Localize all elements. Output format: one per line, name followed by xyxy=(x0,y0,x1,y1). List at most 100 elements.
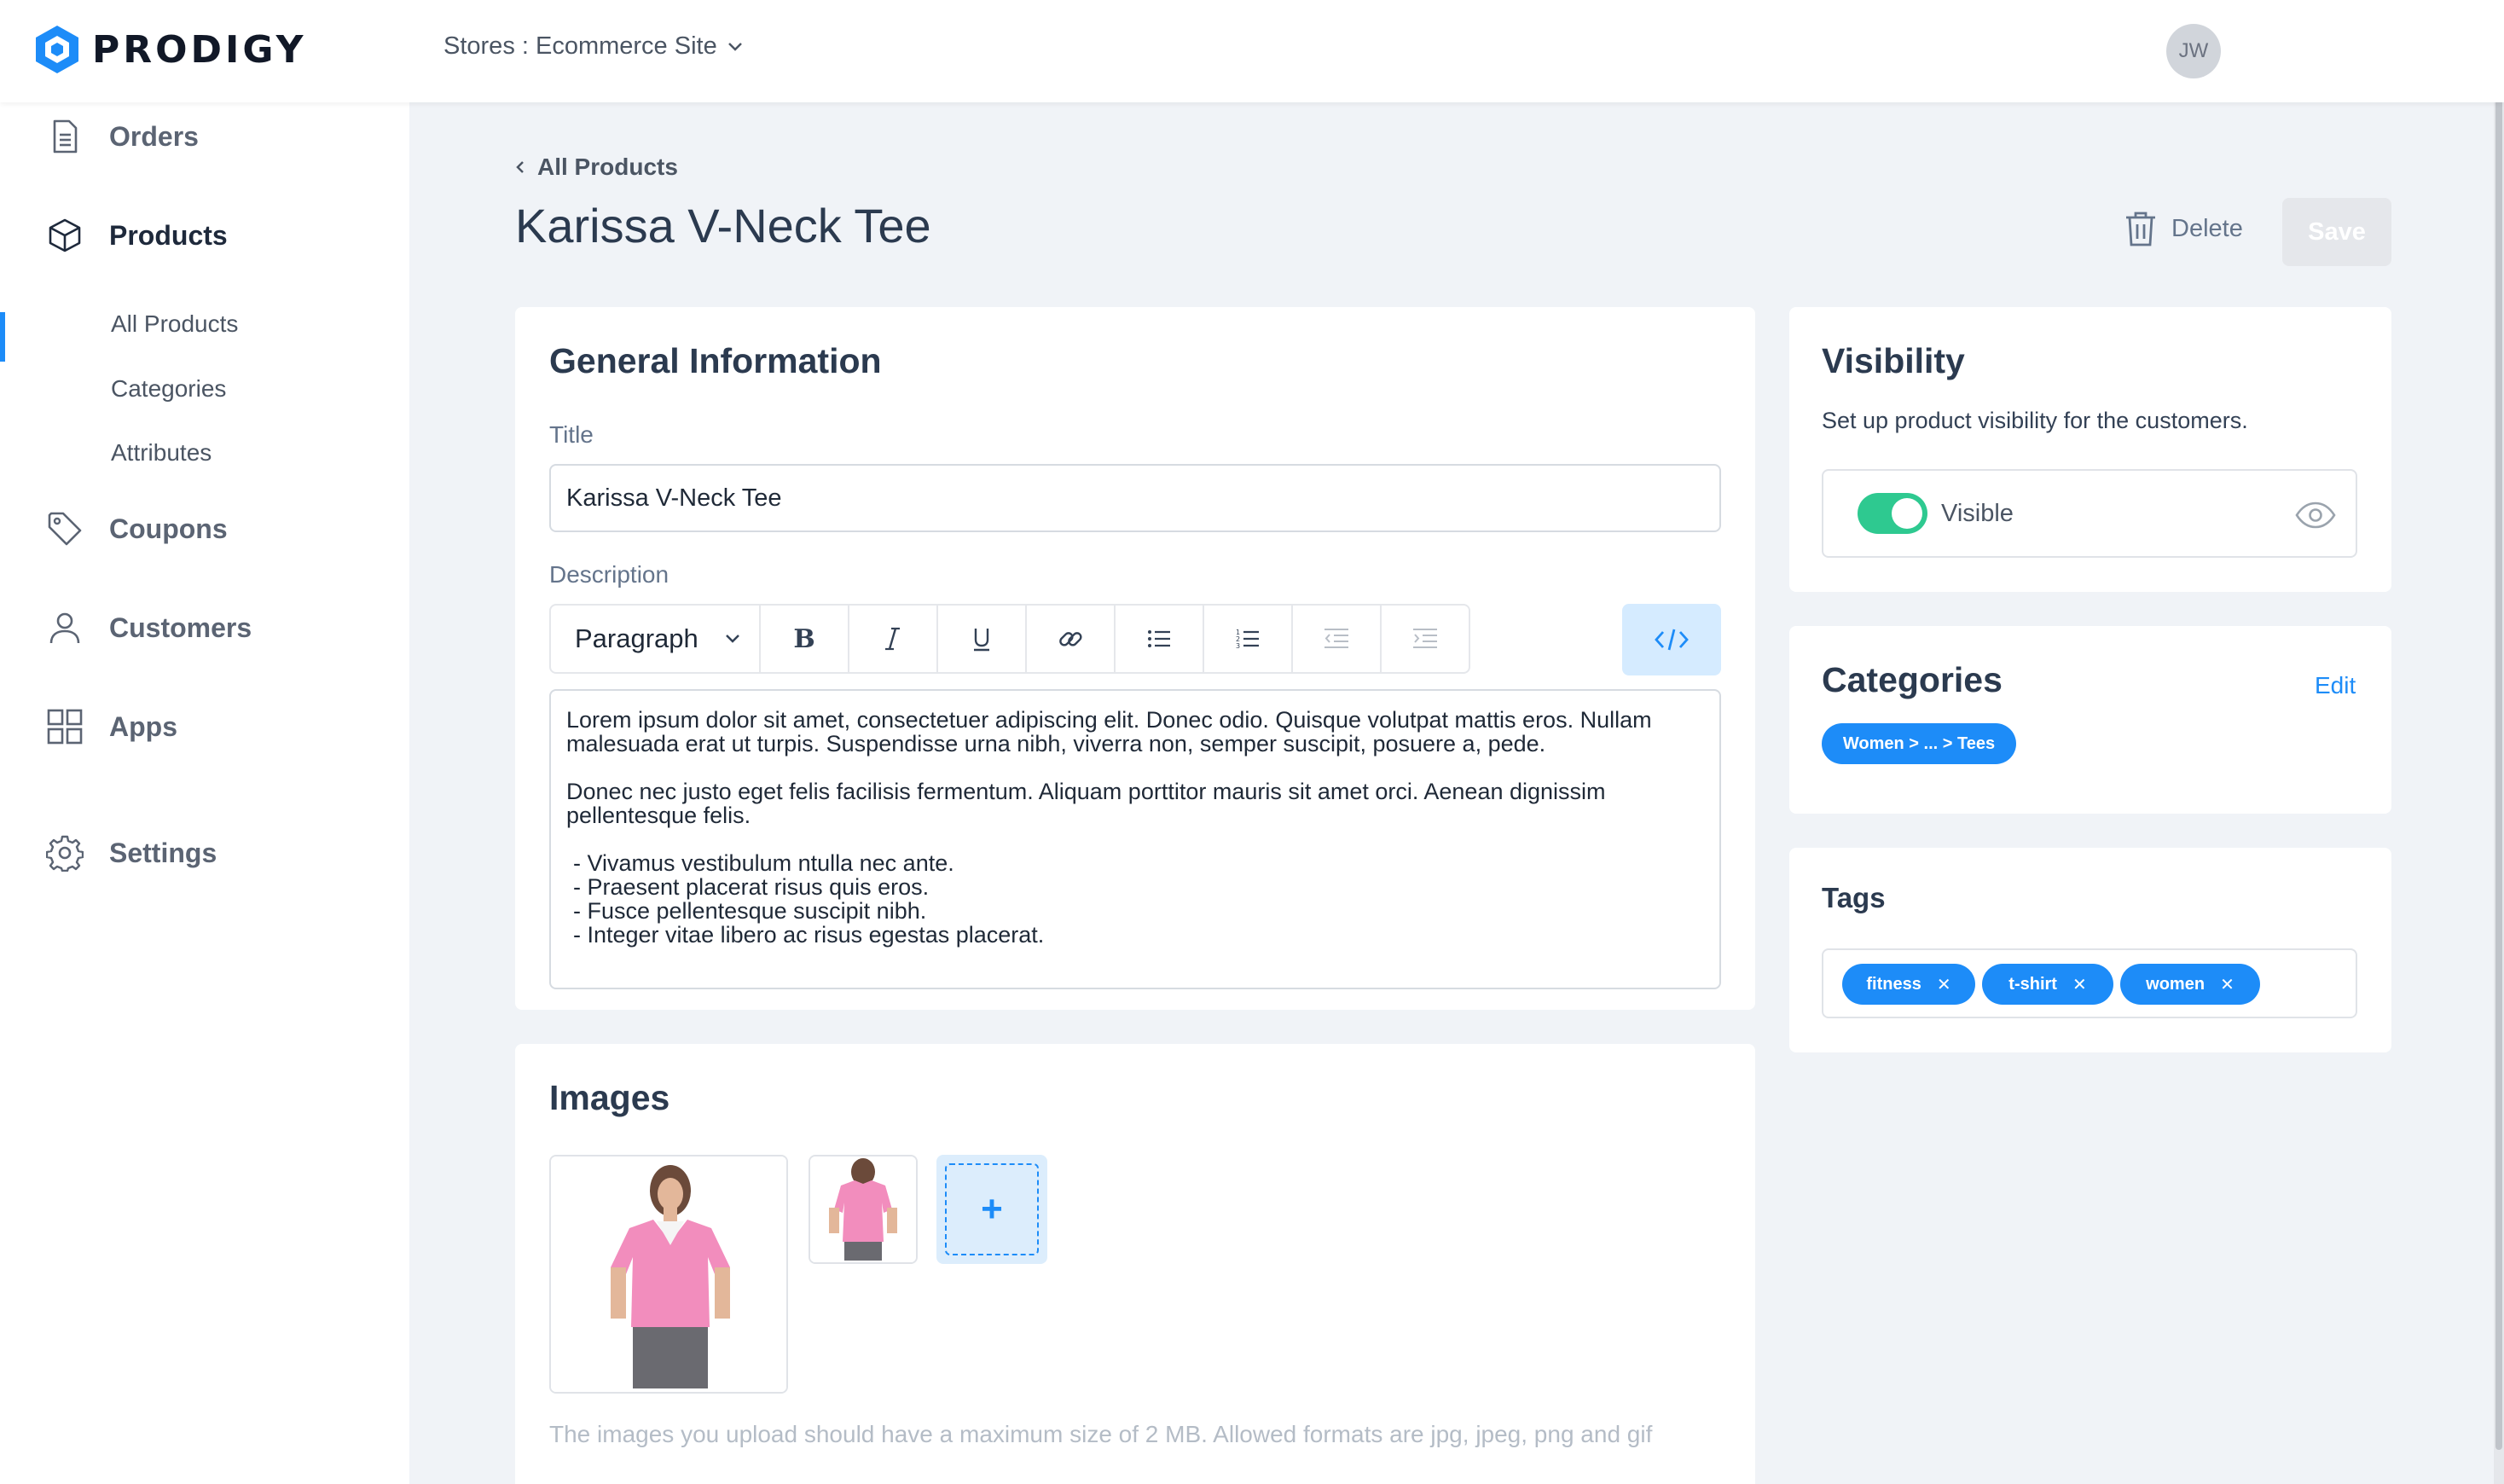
subnav-attributes[interactable]: Attributes xyxy=(111,439,212,467)
tag-chip-label: fitness xyxy=(1866,974,1921,994)
numbered-list-button[interactable]: 1 2 3 xyxy=(1203,606,1291,672)
tag-chip-women[interactable]: women ✕ xyxy=(2120,964,2260,1005)
plus-icon: + xyxy=(981,1188,1003,1230)
description-paragraph: Donec nec justo eget felis facilisis fer… xyxy=(566,779,1606,828)
visibility-description: Set up product visibility for the custom… xyxy=(1822,408,2248,433)
product-image-back[interactable] xyxy=(809,1155,918,1264)
link-button[interactable] xyxy=(1025,606,1114,672)
bullet-list-button[interactable] xyxy=(1114,606,1203,672)
tag-chip-fitness[interactable]: fitness ✕ xyxy=(1842,964,1975,1005)
sidebar-item-products[interactable]: Products xyxy=(0,205,409,266)
save-button[interactable]: Save xyxy=(2282,198,2391,266)
add-image-button[interactable]: + xyxy=(936,1155,1047,1264)
brand-logo[interactable]: PRODIGY xyxy=(34,24,306,75)
product-image-front[interactable] xyxy=(549,1155,788,1394)
subnav-categories[interactable]: Categories xyxy=(111,375,226,403)
bold-button[interactable]: B xyxy=(759,606,848,672)
sidebar-item-label: Customers xyxy=(109,612,252,643)
svg-text:3: 3 xyxy=(1236,642,1240,650)
bullet-list-icon xyxy=(1148,630,1170,647)
eye-icon[interactable] xyxy=(2294,501,2337,529)
toggle-knob xyxy=(1892,498,1922,529)
tag-chip-tshirt[interactable]: t-shirt ✕ xyxy=(1982,964,2113,1005)
visibility-toggle-label: Visible xyxy=(1941,500,2014,527)
delete-button[interactable]: Delete xyxy=(2124,210,2243,247)
indent-icon xyxy=(1413,629,1437,648)
active-indicator xyxy=(0,312,5,362)
page-title: Karissa V-Neck Tee xyxy=(515,199,931,252)
trash-icon xyxy=(2126,212,2155,246)
tshirt-back-photo xyxy=(810,1156,916,1262)
indent-button[interactable] xyxy=(1380,606,1469,672)
title-label: Title xyxy=(549,421,594,448)
sidebar-item-label: Products xyxy=(109,219,228,251)
italic-button[interactable] xyxy=(848,606,936,672)
top-bar: PRODIGY Stores : Ecommerce Site JW xyxy=(0,0,2504,102)
chevron-down-icon xyxy=(726,635,739,643)
sidebar-item-label: Coupons xyxy=(109,513,228,544)
general-information-heading: General Information xyxy=(549,341,882,380)
underline-button[interactable] xyxy=(936,606,1025,672)
scrollbar-thumb[interactable] xyxy=(2495,34,2502,1450)
tag-chip-label: t-shirt xyxy=(2008,974,2057,994)
gear-icon xyxy=(46,835,84,872)
avatar[interactable]: JW xyxy=(2166,24,2221,78)
sidebar-item-label: Settings xyxy=(109,837,217,868)
categories-heading: Categories xyxy=(1822,660,2003,699)
categories-card xyxy=(1789,626,2391,814)
visibility-toggle[interactable] xyxy=(1858,493,1927,534)
user-icon xyxy=(49,612,80,644)
back-link-label: All Products xyxy=(537,154,678,180)
add-image-dropzone: + xyxy=(945,1163,1039,1255)
visibility-toggle-box: Visible xyxy=(1822,469,2357,558)
image-upload-helper: The images you upload should have a maxi… xyxy=(549,1421,1653,1447)
description-list-item: - Praesent placerat risus quis eros. xyxy=(573,874,930,900)
underline-icon xyxy=(974,629,989,652)
logo-icon xyxy=(36,26,78,73)
box-icon xyxy=(49,218,81,252)
description-list-item: - Integer vitae libero ac risus egestas … xyxy=(573,922,1045,948)
title-input[interactable]: Karissa V-Neck Tee xyxy=(549,464,1721,532)
visibility-heading: Visibility xyxy=(1822,341,1965,380)
block-format-select[interactable]: Paragraph xyxy=(551,606,759,672)
numbered-list-icon: 1 2 3 xyxy=(1236,629,1259,650)
editor-toolbar: Paragraph B 1 2 3 xyxy=(549,604,1470,674)
outdent-button[interactable] xyxy=(1291,606,1380,672)
tag-chip-label: women xyxy=(2146,974,2205,994)
remove-tag-icon[interactable]: ✕ xyxy=(1937,974,1951,995)
sidebar-item-orders[interactable]: Orders xyxy=(0,106,409,167)
outdent-icon xyxy=(1324,629,1348,648)
remove-tag-icon[interactable]: ✕ xyxy=(2072,974,2087,995)
document-icon xyxy=(53,119,78,154)
remove-tag-icon[interactable]: ✕ xyxy=(2220,974,2234,995)
category-chip[interactable]: Women > ... > Tees xyxy=(1822,723,2016,764)
store-selector-label: Stores : Ecommerce Site xyxy=(443,32,717,60)
sidebar-item-apps[interactable]: Apps xyxy=(0,696,409,757)
svg-text:B: B xyxy=(793,624,814,653)
categories-edit-link[interactable]: Edit xyxy=(2315,672,2356,699)
subnav-all-products[interactable]: All Products xyxy=(111,310,238,338)
sidebar-item-label: Orders xyxy=(109,120,199,152)
italic-icon xyxy=(885,627,900,651)
description-label: Description xyxy=(549,561,669,588)
sidebar-item-coupons[interactable]: Coupons xyxy=(0,498,409,559)
brand-name: PRODIGY xyxy=(92,27,307,72)
description-paragraph: Lorem ipsum dolor sit amet, consectetuer… xyxy=(566,707,1652,756)
sidebar-item-label: Apps xyxy=(109,710,177,742)
sidebar-item-settings[interactable]: Settings xyxy=(0,822,409,884)
store-selector[interactable]: Stores : Ecommerce Site xyxy=(443,32,743,61)
description-editor[interactable]: Lorem ipsum dolor sit amet, consectetuer… xyxy=(549,689,1721,989)
link-icon xyxy=(1059,632,1082,646)
back-link[interactable]: All Products xyxy=(515,154,678,181)
code-icon xyxy=(1655,629,1689,651)
description-list-item: - Vivamus vestibulum ntulla nec ante. xyxy=(573,850,954,876)
block-format-value: Paragraph xyxy=(575,623,698,653)
images-heading: Images xyxy=(549,1078,670,1117)
sidebar-item-customers[interactable]: Customers xyxy=(0,597,409,658)
tshirt-front-photo xyxy=(551,1156,786,1392)
grid-icon xyxy=(47,709,83,745)
chevron-left-icon xyxy=(516,161,524,173)
tag-icon xyxy=(48,512,82,546)
source-code-button[interactable] xyxy=(1622,604,1721,675)
bold-icon: B xyxy=(793,624,814,653)
